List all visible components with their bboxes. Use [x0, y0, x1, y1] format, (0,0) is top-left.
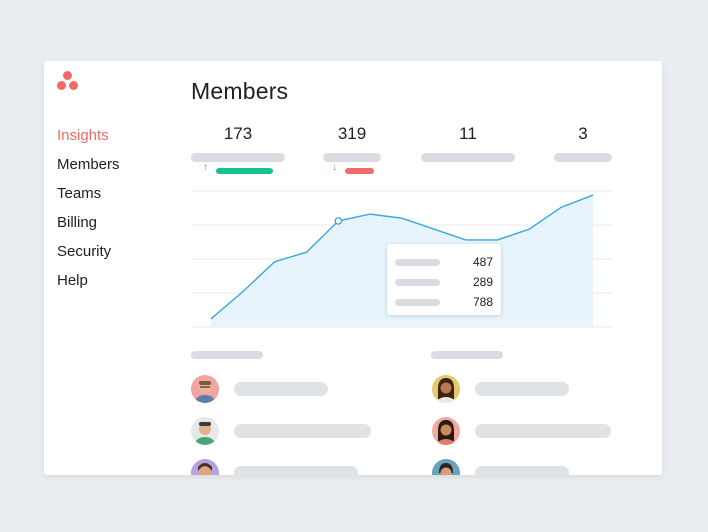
member-name-placeholder	[234, 382, 328, 396]
tooltip-value: 289	[472, 275, 493, 289]
tooltip-value: 788	[472, 295, 493, 309]
member-name-placeholder	[234, 424, 371, 438]
tooltip-label-placeholder	[395, 259, 440, 266]
members-area-chart[interactable]	[44, 61, 662, 475]
member-name-placeholder	[475, 382, 569, 396]
tooltip-row: 487	[395, 255, 493, 269]
tooltip-label-placeholder	[395, 279, 440, 286]
section-heading-placeholder	[191, 351, 263, 359]
member-name-placeholder	[475, 424, 611, 438]
chart-tooltip: 487 289 788	[387, 244, 501, 315]
avatar[interactable]	[432, 417, 460, 445]
chart-highlight-point	[334, 217, 343, 225]
member-name-placeholder	[475, 466, 569, 475]
avatar[interactable]	[432, 375, 460, 403]
tooltip-row: 289	[395, 275, 493, 289]
tooltip-label-placeholder	[395, 299, 440, 306]
section-heading-placeholder	[431, 351, 503, 359]
avatar[interactable]	[191, 417, 219, 445]
tooltip-row: 788	[395, 295, 493, 309]
app-window: Insights Members Teams Billing Security …	[44, 61, 662, 475]
member-name-placeholder	[234, 466, 358, 475]
tooltip-value: 487	[472, 255, 493, 269]
avatar[interactable]	[191, 375, 219, 403]
